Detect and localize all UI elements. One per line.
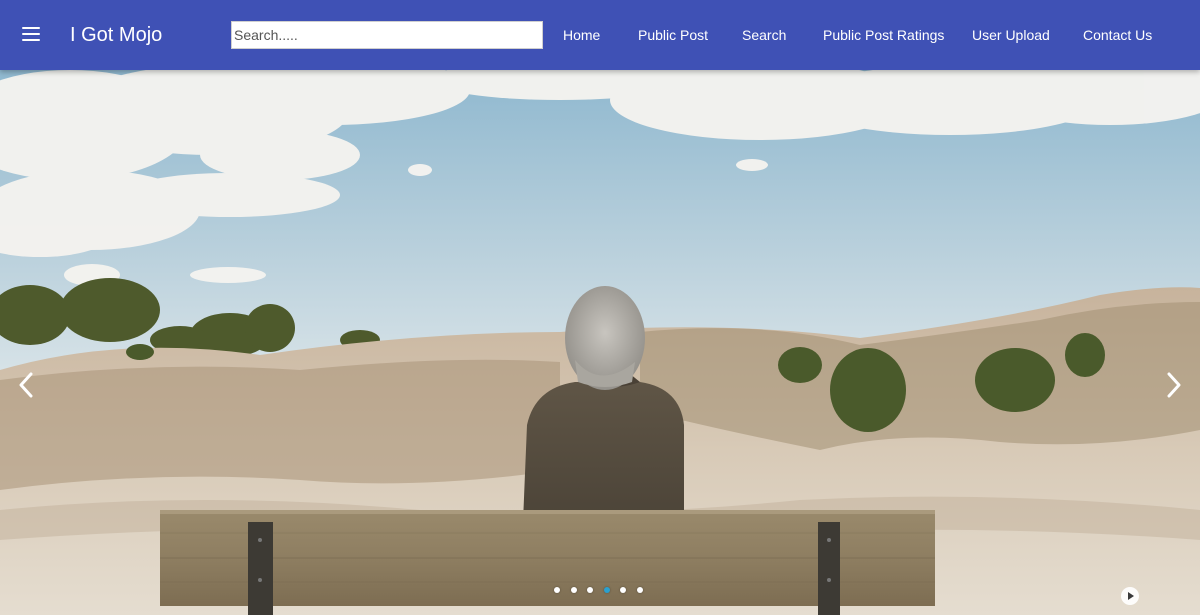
hamburger-menu-icon[interactable] — [22, 26, 40, 42]
carousel-next-button[interactable] — [1158, 370, 1188, 400]
nav-link-public-post[interactable]: Public Post — [638, 27, 708, 43]
carousel-indicator-dot[interactable] — [604, 587, 610, 593]
search-input[interactable] — [231, 21, 543, 49]
nav-link-search[interactable]: Search — [742, 27, 786, 43]
carousel-indicator-dot[interactable] — [554, 587, 560, 593]
nav-link-home[interactable]: Home — [563, 27, 600, 43]
carousel-indicator-dot[interactable] — [571, 587, 577, 593]
carousel-indicator-dot[interactable] — [637, 587, 643, 593]
brand-logo[interactable]: I Got Mojo — [70, 24, 162, 47]
nav-link-public-post-ratings[interactable]: Public Post Ratings — [823, 27, 944, 43]
nav-link-contact-us[interactable]: Contact Us — [1083, 27, 1152, 43]
carousel-play-button[interactable] — [1120, 586, 1140, 606]
carousel-indicators — [552, 586, 652, 596]
carousel-slide-image — [0, 70, 1200, 615]
chevron-left-icon — [19, 372, 33, 398]
play-circle-icon — [1121, 587, 1139, 605]
top-navbar: I Got Mojo Home Public Post Search Publi… — [0, 0, 1200, 70]
chevron-right-icon — [1167, 372, 1181, 398]
carousel-indicator-dot[interactable] — [587, 587, 593, 593]
carousel-indicator-dot[interactable] — [620, 587, 626, 593]
carousel-prev-button[interactable] — [12, 370, 42, 400]
hero-carousel — [0, 70, 1200, 615]
nav-link-user-upload[interactable]: User Upload — [972, 27, 1050, 43]
